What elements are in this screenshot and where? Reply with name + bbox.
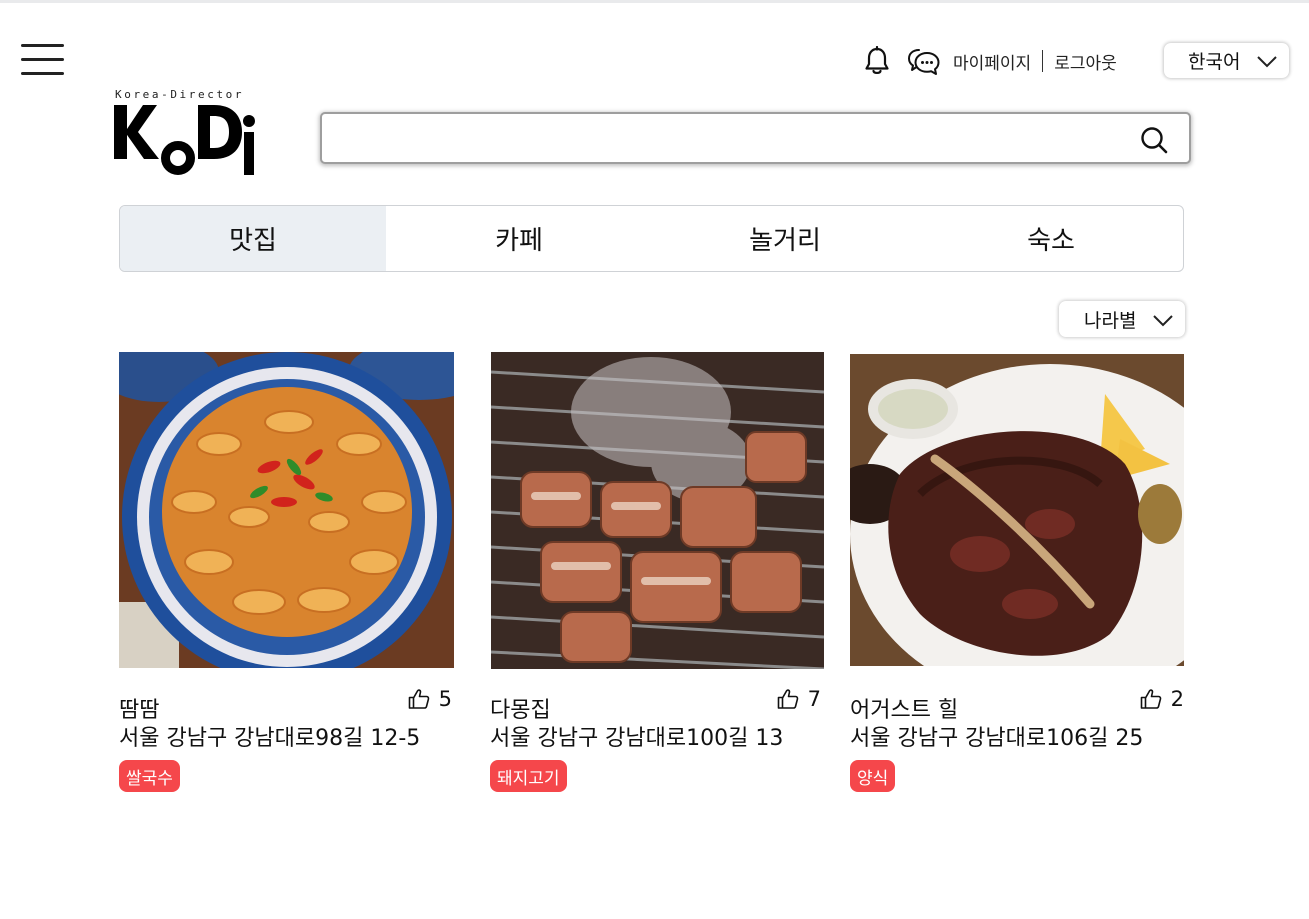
search-bar xyxy=(320,112,1191,164)
thumbs-up-icon xyxy=(1140,689,1161,709)
bell-icon[interactable] xyxy=(862,44,892,78)
cuisine-tag[interactable]: 양식 xyxy=(850,760,896,792)
chat-bubble-icon[interactable] xyxy=(906,44,942,78)
like-count: 2 xyxy=(1170,687,1184,711)
hamburger-menu-icon[interactable] xyxy=(21,44,65,76)
restaurant-address: 서울 강남구 강남대로98길 12-5 xyxy=(119,726,421,751)
restaurant-address: 서울 강남구 강남대로106길 25 xyxy=(850,726,1144,751)
grilled-pork-on-grill-photo[interactable] xyxy=(491,352,824,669)
like-button[interactable]: 5 xyxy=(408,687,452,711)
cuisine-tag[interactable]: 돼지고기 xyxy=(490,760,567,792)
spicy-beef-tripe-rice-noodle-photo[interactable] xyxy=(119,352,454,668)
like-count: 7 xyxy=(807,687,821,711)
chevron-down-icon xyxy=(1153,312,1173,331)
t-bone-steak-photo[interactable] xyxy=(850,354,1184,666)
mypage-link[interactable]: 마이페이지 xyxy=(953,49,1031,74)
like-count: 5 xyxy=(438,687,452,711)
like-button[interactable]: 2 xyxy=(1140,687,1184,711)
thumbs-up-icon xyxy=(408,689,429,709)
hamburger-bar xyxy=(21,44,64,47)
logo-tagline: Korea-Director xyxy=(115,88,245,101)
logout-link[interactable]: 로그아웃 xyxy=(1054,49,1117,74)
restaurant-address: 서울 강남구 강남대로100길 13 xyxy=(490,726,784,751)
like-button[interactable]: 7 xyxy=(777,687,821,711)
top-divider xyxy=(0,0,1309,3)
header-actions: 마이페이지 로그아웃 xyxy=(862,44,1117,78)
kodi-logo[interactable]: Korea-Director xyxy=(113,88,258,178)
language-select[interactable]: 한국어 xyxy=(1164,43,1289,78)
sort-select[interactable]: 나라별 xyxy=(1059,301,1185,337)
search-icon[interactable] xyxy=(1139,125,1169,155)
tab-activities[interactable]: 놀거리 xyxy=(652,206,918,271)
language-select-value: 한국어 xyxy=(1188,51,1241,73)
tab-cafe[interactable]: 카페 xyxy=(386,206,652,271)
hamburger-bar xyxy=(21,58,64,61)
logo-wordmark-graphic xyxy=(114,105,255,175)
sort-select-value: 나라별 xyxy=(1084,309,1137,332)
search-input[interactable] xyxy=(334,124,1134,152)
category-tabs: 맛집 카페 놀거리 숙소 xyxy=(119,205,1184,272)
thumbs-up-icon xyxy=(777,689,798,709)
tab-accommodation[interactable]: 숙소 xyxy=(918,206,1183,271)
cuisine-tag[interactable]: 쌀국수 xyxy=(119,760,180,792)
header-separator xyxy=(1042,50,1044,72)
hamburger-bar xyxy=(21,72,64,75)
chevron-down-icon xyxy=(1257,53,1277,72)
tab-restaurants[interactable]: 맛집 xyxy=(120,206,386,271)
